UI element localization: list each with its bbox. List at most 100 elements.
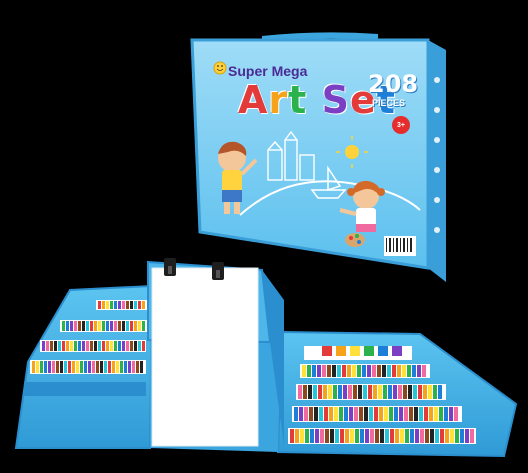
pencil-stripe <box>340 429 344 443</box>
pencil-stripe <box>445 429 449 443</box>
pencil-stripe <box>310 429 314 443</box>
pencil-stripe <box>372 365 376 377</box>
pencil-stripe <box>425 429 429 443</box>
pencil-stripe <box>130 321 133 331</box>
pencil-stripe <box>419 407 423 421</box>
pencil-stripe <box>322 365 326 377</box>
piece-count: 208 <box>368 70 419 98</box>
pencil-stripe <box>54 341 57 351</box>
pencil-stripe <box>110 301 113 309</box>
pencil-stripe <box>410 429 414 443</box>
pencil-stripe <box>118 321 121 331</box>
pencil-stripe <box>370 429 374 443</box>
pencil-stripe <box>307 365 311 377</box>
pencil-stripe <box>324 407 328 421</box>
pencil-stripe <box>66 321 69 331</box>
pencil-stripe <box>395 429 399 443</box>
pencil-stripe <box>349 407 353 421</box>
pencil-stripe <box>90 341 93 351</box>
pencil-stripe <box>94 321 97 331</box>
pencil-stripe <box>50 341 53 351</box>
pencil-stripe <box>455 429 459 443</box>
pencil-stripe <box>313 385 317 399</box>
pencil-stripe <box>433 385 437 399</box>
pencil-stripe <box>122 341 125 351</box>
pencil-stripe <box>402 365 406 377</box>
pencil-stripe <box>418 385 422 399</box>
pencil-stripe <box>130 301 133 309</box>
pencil-stripe <box>40 361 43 373</box>
pencil-stripe <box>352 365 356 377</box>
pencil-stripe <box>104 361 107 373</box>
pencil-stripe <box>378 385 382 399</box>
pencil-stripe <box>62 341 65 351</box>
pencil-stripe <box>44 361 47 373</box>
pencil-stripe <box>56 361 59 373</box>
pencil-stripe <box>315 429 319 443</box>
pencil-stripe <box>122 321 125 331</box>
pencil-stripe <box>384 407 388 421</box>
pencil-stripe <box>350 429 354 443</box>
pencil-stripe <box>110 321 113 331</box>
pencil-stripe <box>439 407 443 421</box>
pencil-stripe <box>98 341 101 351</box>
pencil-stripe <box>328 385 332 399</box>
pencil-stripe <box>78 341 81 351</box>
pencil-stripe <box>124 361 127 373</box>
pencil-stripe <box>300 429 304 443</box>
pencil-stripe <box>449 407 453 421</box>
pencil-stripe <box>397 365 401 377</box>
pencil-stripe <box>142 321 145 331</box>
pencil-stripe <box>365 429 369 443</box>
pencil-stripe <box>330 429 334 443</box>
pencil-stripe <box>390 429 394 443</box>
pencil-stripe <box>92 361 95 373</box>
pencil-stripe <box>303 385 307 399</box>
pencil-stripe <box>363 385 367 399</box>
pencil-stripe <box>323 385 327 399</box>
pencil-stripe <box>388 385 392 399</box>
pencil-stripe <box>348 385 352 399</box>
pencil-stripe <box>465 429 469 443</box>
box-subtitle: Super Mega <box>228 63 308 79</box>
pencil-stripe <box>138 301 141 309</box>
barcode <box>384 236 416 256</box>
pencil-stripe <box>106 321 109 331</box>
pencil-stripe <box>112 361 115 373</box>
pencil-stripe <box>118 341 121 351</box>
title-letter: A <box>238 78 269 122</box>
pencil-stripe <box>314 407 318 421</box>
piece-count-label: PIECES <box>372 98 406 108</box>
pencil-stripe <box>308 385 312 399</box>
pencil-stripe <box>407 365 411 377</box>
pencil-stripe <box>434 407 438 421</box>
pencil-stripe <box>379 407 383 421</box>
pencil-stripe <box>318 385 322 399</box>
pencil-stripe <box>62 321 65 331</box>
pencil-stripe <box>312 365 316 377</box>
pencil-stripe <box>305 429 309 443</box>
pencil-stripe <box>136 361 139 373</box>
pencil-stripe <box>84 361 87 373</box>
pencil-stripe <box>420 429 424 443</box>
pencil-stripe <box>347 365 351 377</box>
pencil-stripe <box>332 365 336 377</box>
pencil-stripe <box>72 361 75 373</box>
pencil-stripe <box>333 385 337 399</box>
pencil-stripe <box>404 407 408 421</box>
pencil-stripe <box>114 301 117 309</box>
pencil-stripe <box>429 407 433 421</box>
pencil-stripe <box>80 361 83 373</box>
pencil-stripe <box>430 429 434 443</box>
pencil-stripe <box>392 365 396 377</box>
pencil-stripe <box>405 429 409 443</box>
pencil-stripe <box>126 301 129 309</box>
pencil-stripe <box>68 361 71 373</box>
pencil-stripe <box>82 341 85 351</box>
pencil-stripe <box>403 385 407 399</box>
pencil-stripe <box>380 429 384 443</box>
pencil-stripe <box>90 321 93 331</box>
pencil-stripe <box>42 341 45 351</box>
pencil-stripe <box>364 407 368 421</box>
art-set-photo: Super Mega Art Set 208 PIECES 3+ <box>0 0 528 473</box>
